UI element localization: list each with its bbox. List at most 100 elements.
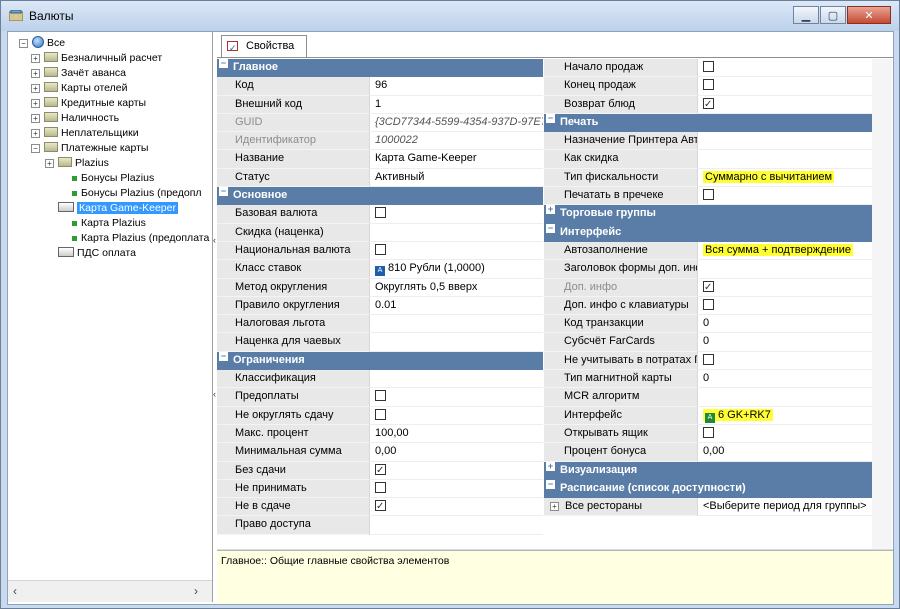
- property-value[interactable]: [369, 498, 543, 517]
- property-row[interactable]: Наценка для чаевых: [217, 333, 543, 352]
- property-row[interactable]: Доп. инфо: [544, 278, 872, 297]
- category-tree[interactable]: ‹ › − Все + Безналичный расчет + Зачёт аванса…: [8, 32, 213, 602]
- property-value[interactable]: 1: [369, 95, 543, 114]
- tree-item[interactable]: + Карты отелей: [31, 81, 127, 95]
- property-value[interactable]: [697, 278, 872, 297]
- property-row[interactable]: Не учитывать в потратах П: [544, 351, 872, 371]
- property-value[interactable]: A6 GK+RK7: [697, 406, 872, 425]
- property-value[interactable]: [369, 370, 543, 389]
- property-row[interactable]: Заголовок формы доп. инф: [544, 260, 872, 279]
- property-value[interactable]: [369, 205, 543, 224]
- property-value[interactable]: A 810 Рубли (1,0000): [369, 260, 543, 279]
- property-value[interactable]: 100,00: [369, 424, 543, 444]
- checkbox-checked[interactable]: [703, 96, 714, 113]
- expand-icon[interactable]: +: [31, 129, 40, 138]
- scroll-left-icon[interactable]: ‹: [13, 584, 17, 598]
- expand-icon[interactable]: +: [31, 99, 40, 108]
- checkbox-checked[interactable]: [375, 498, 386, 515]
- tree-item[interactable]: + Кредитные карты: [31, 96, 146, 110]
- splitter-arrow-icon[interactable]: ‹: [213, 235, 216, 245]
- category-row[interactable]: + Визуализация: [544, 461, 872, 480]
- collapse-icon[interactable]: −: [219, 351, 228, 361]
- property-value[interactable]: [697, 351, 872, 371]
- collapse-icon[interactable]: −: [219, 187, 228, 197]
- property-row[interactable]: Без сдачи: [217, 461, 543, 480]
- category-row[interactable]: − Печать: [544, 113, 872, 133]
- property-row[interactable]: Классификация: [217, 370, 543, 389]
- property-value[interactable]: 0: [697, 333, 872, 352]
- collapse-icon[interactable]: −: [546, 479, 555, 489]
- category-row[interactable]: + Торговые группы: [544, 205, 872, 224]
- property-value[interactable]: [697, 59, 872, 78]
- property-value[interactable]: 96: [369, 77, 543, 96]
- checkbox[interactable]: [703, 426, 714, 438]
- property-value[interactable]: Округлять 0,5 вверх: [369, 278, 543, 297]
- property-row[interactable]: Тип фискальности Суммарно с вычитанием: [544, 168, 872, 188]
- checkbox[interactable]: [375, 390, 386, 402]
- checkbox[interactable]: [703, 79, 714, 91]
- property-row[interactable]: Метод округления Округлять 0,5 вверх: [217, 278, 543, 297]
- property-value[interactable]: [369, 479, 543, 499]
- checkbox[interactable]: [375, 408, 386, 420]
- property-row[interactable]: Национальная валюта: [217, 241, 543, 261]
- property-value[interactable]: [369, 388, 543, 407]
- collapse-icon[interactable]: −: [219, 59, 228, 68]
- expand-icon[interactable]: +: [31, 69, 40, 78]
- property-row[interactable]: Код транзакции 0: [544, 315, 872, 334]
- property-value[interactable]: [369, 241, 543, 261]
- tree-horizontal-scrollbar[interactable]: ‹ ›: [8, 580, 212, 602]
- property-value[interactable]: 0: [697, 370, 872, 389]
- property-row[interactable]: Макс. процент 100,00: [217, 424, 543, 444]
- property-row[interactable]: Статус Активный: [217, 168, 543, 188]
- property-row[interactable]: Как скидка: [544, 150, 872, 169]
- checkbox[interactable]: [375, 207, 386, 219]
- property-value[interactable]: [369, 315, 543, 334]
- category-row[interactable]: − Расписание (список доступности): [544, 479, 872, 499]
- property-value[interactable]: [697, 296, 872, 316]
- collapse-icon[interactable]: −: [19, 39, 28, 48]
- property-row[interactable]: Процент бонуса 0,00: [544, 443, 872, 462]
- property-value[interactable]: [697, 150, 872, 169]
- property-row[interactable]: Скидка (наценка): [217, 223, 543, 242]
- property-value[interactable]: Активный: [369, 168, 543, 188]
- property-row[interactable]: Право доступа: [217, 516, 543, 535]
- tree-item[interactable]: + Безналичный расчет: [31, 51, 162, 65]
- property-row[interactable]: Идентификатор 1000022: [217, 132, 543, 151]
- tree-item[interactable]: + Plazius: [45, 156, 109, 170]
- property-value[interactable]: {3CD77344-5599-4354-937D-97E7B: [369, 113, 543, 133]
- category-row[interactable]: − Основное: [217, 187, 543, 206]
- tree-item[interactable]: − Платежные карты: [31, 141, 148, 155]
- property-value[interactable]: 0,00: [697, 443, 872, 462]
- collapse-icon[interactable]: −: [546, 223, 555, 233]
- checkbox[interactable]: [703, 298, 714, 310]
- property-row[interactable]: Возврат блюд: [544, 95, 872, 114]
- property-row[interactable]: + Все рестораны <Выберите период для групп…: [544, 498, 872, 517]
- property-value[interactable]: 0.01: [369, 296, 543, 316]
- property-value[interactable]: [369, 516, 543, 535]
- property-row[interactable]: Предоплаты: [217, 388, 543, 407]
- property-row[interactable]: Тип магнитной карты 0: [544, 370, 872, 389]
- property-row[interactable]: GUID {3CD77344-5599-4354-937D-97E7B: [217, 113, 543, 133]
- property-value[interactable]: 0,00: [369, 443, 543, 462]
- collapse-icon[interactable]: −: [31, 144, 40, 153]
- expand-icon[interactable]: +: [31, 84, 40, 93]
- property-value[interactable]: 0: [697, 315, 872, 334]
- tree-item[interactable]: ПДС оплата: [58, 246, 136, 260]
- expand-icon[interactable]: +: [31, 54, 40, 63]
- property-value[interactable]: [369, 406, 543, 425]
- property-row[interactable]: Внешний код 1: [217, 95, 543, 114]
- property-row[interactable]: Правило округления 0.01: [217, 296, 543, 316]
- checkbox[interactable]: [703, 353, 714, 365]
- tree-item[interactable]: Бонусы Plazius: [72, 171, 154, 185]
- property-value[interactable]: [697, 187, 872, 206]
- minimize-button[interactable]: ▁: [793, 6, 819, 24]
- expand-icon[interactable]: +: [550, 502, 559, 512]
- expand-icon[interactable]: +: [546, 205, 555, 215]
- tree-item[interactable]: Бонусы Plazius (предопл: [72, 186, 202, 200]
- grid-vertical-scrollbar[interactable]: [872, 59, 892, 549]
- checkbox[interactable]: [703, 61, 714, 72]
- property-value[interactable]: <Выберите период для группы>: [697, 498, 872, 517]
- property-value[interactable]: [697, 132, 872, 151]
- close-button[interactable]: ✕: [847, 6, 891, 24]
- expand-icon[interactable]: +: [45, 159, 54, 168]
